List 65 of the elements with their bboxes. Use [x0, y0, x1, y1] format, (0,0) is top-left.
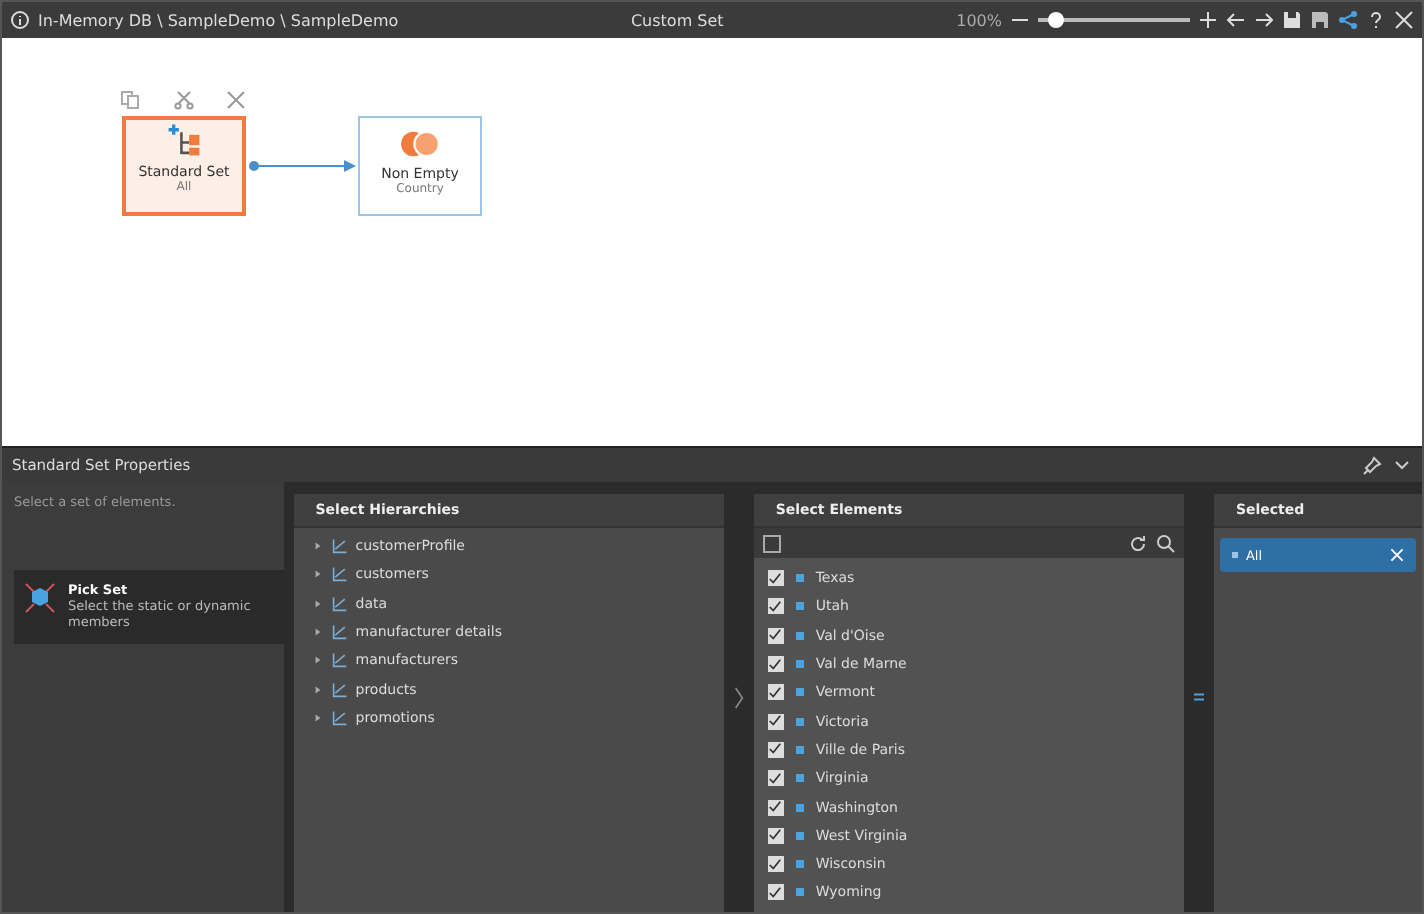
checkbox[interactable]: [767, 627, 784, 644]
checkbox[interactable]: [767, 713, 784, 730]
checkbox[interactable]: [767, 684, 784, 701]
member-icon: [795, 660, 804, 669]
chart-icon: [331, 595, 348, 612]
member-icon: [795, 831, 804, 840]
refresh-icon[interactable]: [1127, 533, 1148, 553]
connector-arrow: [246, 158, 358, 174]
checkbox[interactable]: [767, 656, 784, 673]
chevron-right-icon[interactable]: [733, 685, 744, 709]
hierarchy-icon: [166, 122, 202, 158]
zoom-in-icon[interactable]: [1198, 10, 1218, 30]
member-icon: [795, 574, 804, 583]
info-icon[interactable]: [10, 10, 30, 30]
checkbox[interactable]: [767, 856, 784, 873]
expand-icon[interactable]: [311, 597, 324, 610]
chart-icon: [331, 652, 348, 669]
cube-icon: [24, 582, 56, 614]
breadcrumb: In-Memory DB \ SampleDemo \ SampleDemo: [38, 11, 399, 29]
checkbox[interactable]: [767, 884, 784, 901]
slider-thumb[interactable]: [1048, 12, 1065, 28]
checkbox[interactable]: [767, 799, 784, 816]
expand-icon[interactable]: [311, 568, 324, 581]
member-icon: [795, 688, 804, 697]
expand-icon[interactable]: [311, 626, 324, 639]
expand-icon[interactable]: [311, 540, 324, 553]
expand-icon[interactable]: [311, 711, 324, 724]
venn-icon: [400, 130, 440, 158]
save-icon[interactable]: [1282, 10, 1302, 30]
checkbox[interactable]: [767, 598, 784, 615]
member-icon: [795, 860, 804, 869]
member-icon: [1231, 552, 1238, 558]
equals-icon: [1193, 692, 1204, 702]
zoom-reading: 100%: [956, 11, 1002, 29]
member-icon: [795, 774, 804, 783]
close-icon[interactable]: [1394, 10, 1414, 30]
back-icon[interactable]: [1226, 10, 1246, 30]
checkbox[interactable]: [767, 570, 784, 587]
checkbox[interactable]: [767, 827, 784, 844]
member-icon: [795, 888, 804, 897]
chevron-down-icon[interactable]: [1392, 455, 1412, 475]
member-icon: [795, 631, 804, 640]
chart-icon: [331, 681, 348, 698]
window-title: Custom Set: [628, 11, 726, 29]
share-icon[interactable]: [1338, 10, 1358, 30]
chart-icon: [331, 709, 348, 726]
chart-icon: [331, 566, 348, 583]
delete-icon[interactable]: [226, 90, 246, 110]
expand-icon[interactable]: [311, 654, 324, 667]
chart-icon: [331, 538, 348, 555]
chart-icon: [331, 624, 348, 641]
pin-icon[interactable]: [1362, 455, 1382, 475]
cut-icon[interactable]: [174, 90, 194, 110]
member-icon: [795, 602, 804, 611]
remove-icon[interactable]: [1390, 548, 1405, 562]
member-icon: [795, 745, 804, 754]
help-icon[interactable]: [1366, 10, 1386, 30]
search-icon[interactable]: [1155, 533, 1176, 553]
member-icon: [795, 803, 804, 812]
checkbox[interactable]: [767, 770, 784, 787]
checkbox[interactable]: [767, 741, 784, 758]
member-icon: [795, 717, 804, 726]
expand-icon[interactable]: [311, 683, 324, 696]
forward-icon[interactable]: [1254, 10, 1274, 30]
save-as-icon[interactable]: [1310, 10, 1330, 30]
